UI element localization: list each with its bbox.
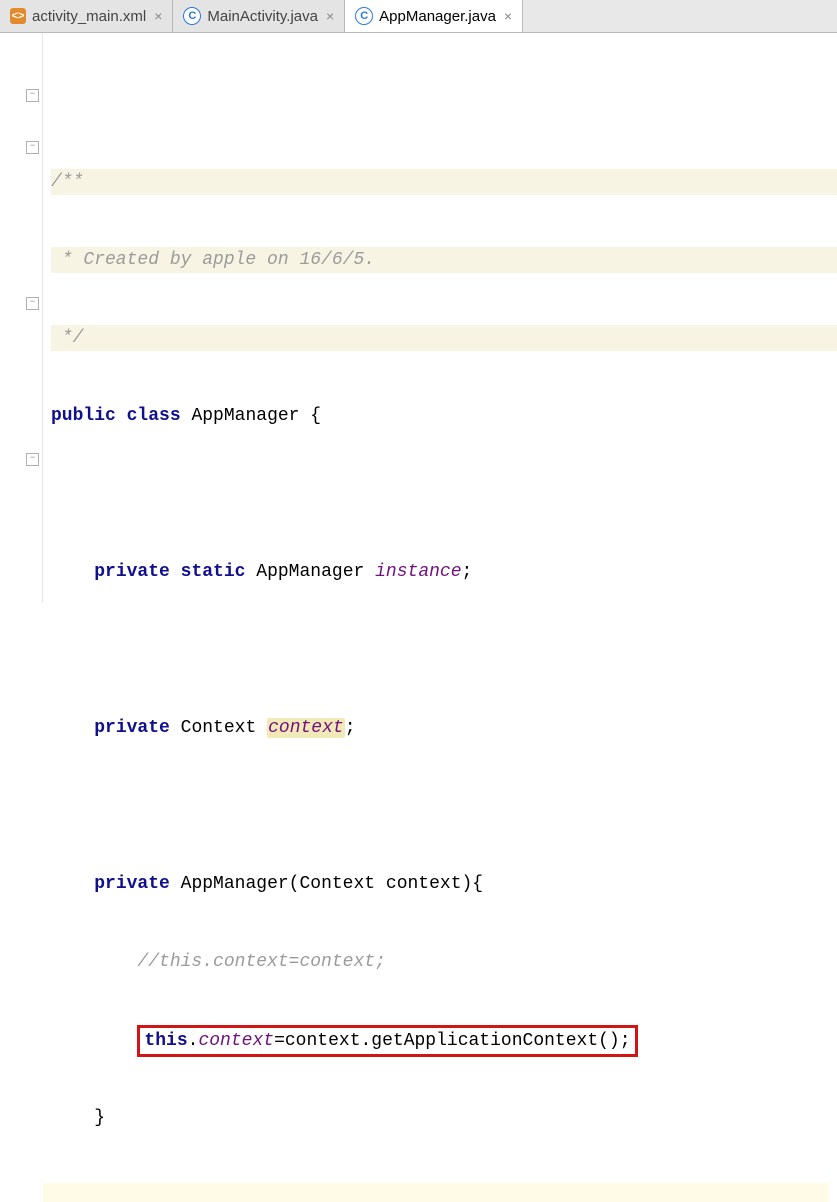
keyword-private: private <box>94 874 170 894</box>
highlighted-statement: this.context=context.getApplicationConte… <box>137 1025 637 1057</box>
keyword-static: static <box>181 562 246 582</box>
javadoc-line: * Created by apple on 16/6/5. <box>51 250 375 270</box>
code-editor[interactable]: − − − − /** * Created by apple on 16/6/5… <box>0 33 837 602</box>
field-context-highlight: context <box>267 718 345 738</box>
constructor-sig: AppManager(Context context){ <box>181 874 483 894</box>
editor-tabs: <> activity_main.xml × C MainActivity.ja… <box>0 0 837 33</box>
javadoc-open: /** <box>51 172 83 192</box>
gutter: − − − − <box>0 33 43 602</box>
brace-close: } <box>94 1108 105 1128</box>
keyword-private: private <box>94 718 170 738</box>
tab-activity-main[interactable]: <> activity_main.xml × <box>0 0 173 32</box>
close-icon[interactable]: × <box>154 8 162 24</box>
comment-line: //this.context=context; <box>137 952 385 972</box>
java-class-icon: C <box>183 7 201 25</box>
tab-main-activity[interactable]: C MainActivity.java × <box>173 0 345 32</box>
java-class-icon: C <box>355 7 373 25</box>
fold-toggle-icon[interactable]: − <box>26 453 39 466</box>
code-area[interactable]: /** * Created by apple on 16/6/5. */ pub… <box>43 33 837 602</box>
type: AppManager <box>256 562 364 582</box>
fold-toggle-icon[interactable]: − <box>26 141 39 154</box>
close-icon[interactable]: × <box>504 8 512 24</box>
xml-icon: <> <box>10 8 26 24</box>
keyword-public: public <box>51 406 116 426</box>
change-marker <box>43 1183 829 1202</box>
tab-app-manager[interactable]: C AppManager.java × <box>345 0 523 32</box>
type: Context <box>181 718 257 738</box>
tab-label: activity_main.xml <box>32 8 146 25</box>
tab-label: AppManager.java <box>379 8 496 25</box>
field-instance: instance <box>375 562 461 582</box>
class-name: AppManager { <box>191 406 321 426</box>
fold-toggle-icon[interactable]: − <box>26 89 39 102</box>
keyword-class: class <box>127 406 181 426</box>
keyword-private: private <box>94 562 170 582</box>
javadoc-close: */ <box>51 328 83 348</box>
tab-label: MainActivity.java <box>207 8 318 25</box>
close-icon[interactable]: × <box>326 8 334 24</box>
fold-toggle-icon[interactable]: − <box>26 297 39 310</box>
